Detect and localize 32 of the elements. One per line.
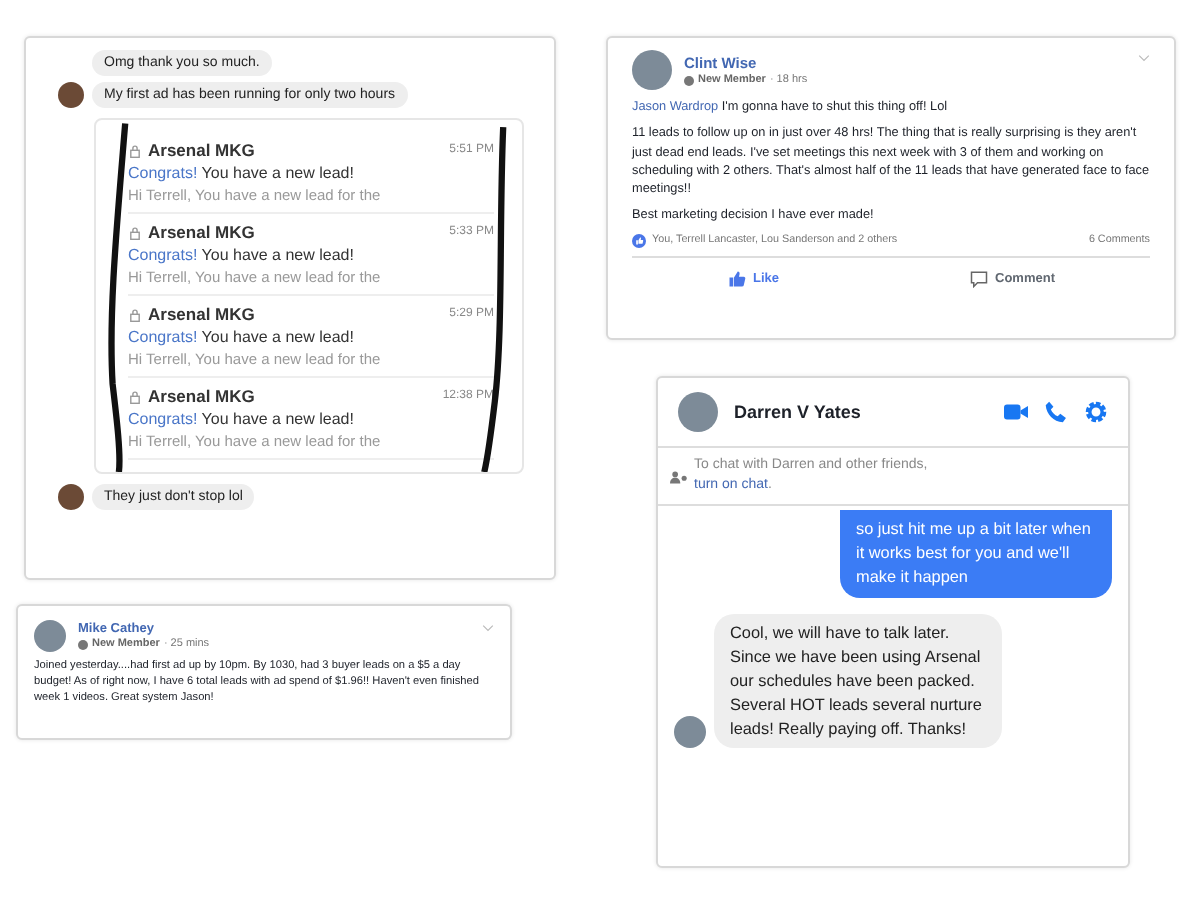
lock-icon bbox=[128, 307, 142, 321]
lock-icon bbox=[128, 143, 142, 157]
sender-name: Arsenal MKG bbox=[148, 304, 255, 324]
email-subject: You have a new lead! bbox=[201, 246, 354, 264]
contact-name: Darren V Yates bbox=[734, 402, 861, 422]
avatar bbox=[34, 620, 66, 652]
message-bubble: so just hit me up a bit later when it works best for you and we'll make it happen bbox=[840, 510, 1112, 598]
email-subject: You have a new lead! bbox=[201, 164, 354, 182]
like-icon bbox=[632, 233, 646, 248]
subject-highlight: Congrats! bbox=[128, 164, 198, 182]
avatar bbox=[632, 50, 672, 90]
sender-name: Arsenal MKG bbox=[148, 222, 255, 242]
sender-name: Arsenal MKG bbox=[148, 386, 255, 406]
badge-icon bbox=[78, 639, 88, 649]
subject-highlight: Congrats! bbox=[128, 328, 198, 346]
lock-icon bbox=[128, 389, 142, 403]
phone-icon[interactable] bbox=[1044, 400, 1068, 424]
message-bubble: Cool, we will have to talk later. Since we have been using Arsenal our schedules have been packed. Several HOT leads several nurture leads! Really paying off. Thanks! bbox=[714, 613, 1002, 749]
subject-highlight: Congrats! bbox=[128, 246, 198, 264]
settings-icon[interactable] bbox=[1084, 400, 1108, 424]
email-subject: You have a new lead! bbox=[201, 328, 354, 346]
badge-icon bbox=[684, 75, 694, 85]
people-icon bbox=[670, 469, 688, 484]
email-subject: You have a new lead! bbox=[201, 410, 354, 428]
sender-name: Arsenal MKG bbox=[148, 140, 255, 160]
lock-icon bbox=[128, 225, 142, 239]
avatar bbox=[678, 392, 718, 432]
thumbs-up-icon bbox=[727, 269, 745, 288]
speech-bubble-icon bbox=[969, 269, 988, 288]
subject-highlight: Congrats! bbox=[128, 410, 198, 428]
avatar bbox=[674, 716, 706, 749]
video-call-icon[interactable] bbox=[1004, 400, 1028, 424]
